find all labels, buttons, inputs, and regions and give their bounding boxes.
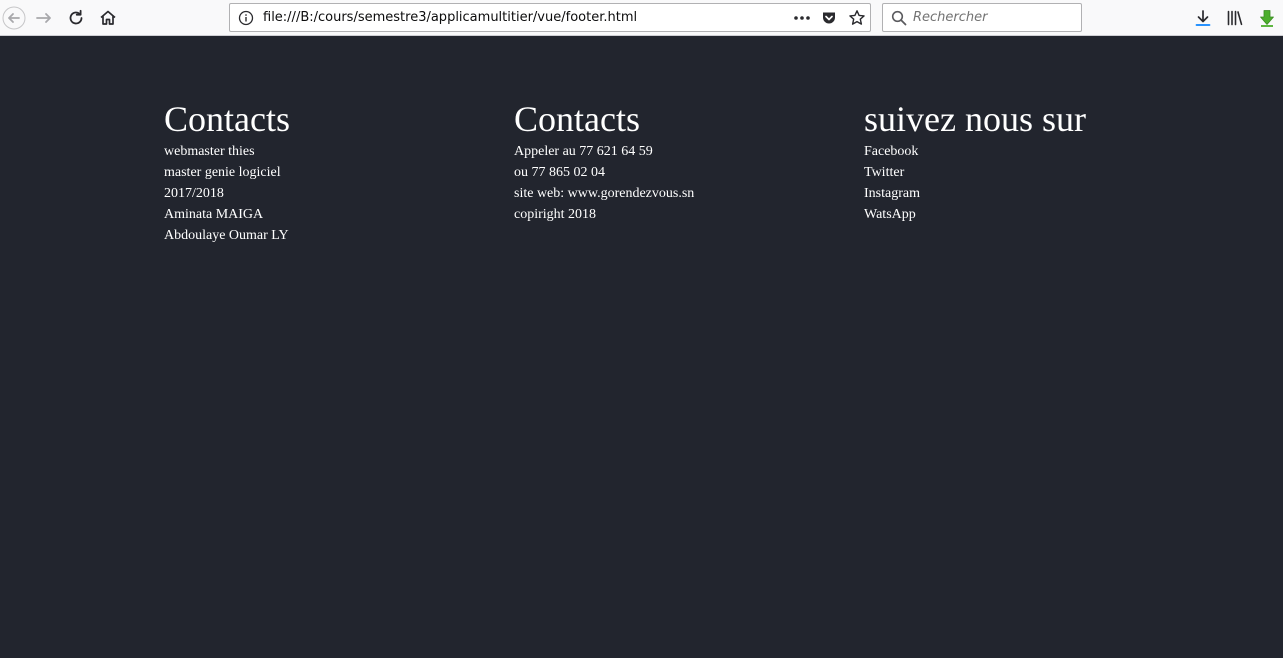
contact-list: webmaster thies master genie logiciel 20… bbox=[164, 141, 494, 246]
search-input[interactable] bbox=[913, 8, 1073, 27]
url-text[interactable]: file:///B:/cours/semestre3/applicamultit… bbox=[263, 10, 637, 25]
social-list: Facebook Twitter Instagram WatsApp bbox=[864, 141, 1194, 225]
footer-column-contacts: Contacts webmaster thies master genie lo… bbox=[164, 97, 494, 246]
column-title: Contacts bbox=[164, 99, 290, 139]
footer-column-social: suivez nous sur Facebook Twitter Instagr… bbox=[864, 97, 1194, 225]
list-item: 2017/2018 bbox=[164, 186, 224, 201]
green-download-arrow-icon bbox=[1260, 10, 1274, 27]
social-item-whatsapp: WatsApp bbox=[864, 207, 916, 222]
reload-button[interactable] bbox=[62, 4, 90, 32]
page-footer: Contacts webmaster thies master genie lo… bbox=[0, 37, 1283, 658]
forward-arrow-icon bbox=[36, 13, 51, 23]
reload-icon bbox=[69, 9, 83, 25]
downloads-button[interactable] bbox=[1189, 4, 1217, 32]
footer-column-contact-info: Contacts Appeler au 77 621 64 59 ou 77 8… bbox=[514, 97, 844, 225]
list-item: Aminata MAIGA bbox=[164, 207, 264, 222]
library-icon bbox=[1227, 10, 1243, 26]
list-item: webmaster thies bbox=[164, 144, 255, 159]
social-item-instagram: Instagram bbox=[864, 186, 920, 201]
home-icon bbox=[100, 10, 116, 25]
search-icon bbox=[891, 10, 907, 26]
back-button[interactable] bbox=[0, 4, 28, 32]
list-item: copiright 2018 bbox=[514, 207, 597, 222]
column-title: Contacts bbox=[514, 99, 640, 139]
social-item-twitter: Twitter bbox=[864, 165, 905, 180]
home-button[interactable] bbox=[94, 4, 122, 32]
pocket-icon[interactable] bbox=[821, 10, 837, 26]
list-item: Appeler au 77 621 64 59 bbox=[514, 144, 653, 159]
list-item: ou 77 865 02 04 bbox=[514, 165, 605, 180]
social-item-facebook: Facebook bbox=[864, 144, 919, 159]
info-icon[interactable] bbox=[238, 10, 254, 26]
forward-button[interactable] bbox=[30, 4, 58, 32]
column-title: suivez nous sur bbox=[864, 99, 1086, 139]
bookmark-star-icon[interactable] bbox=[848, 9, 866, 27]
browser-toolbar: file:///B:/cours/semestre3/applicamultit… bbox=[0, 0, 1283, 36]
download-icon bbox=[1195, 10, 1211, 26]
more-actions-icon[interactable] bbox=[793, 11, 811, 25]
url-bar[interactable]: file:///B:/cours/semestre3/applicamultit… bbox=[229, 3, 871, 32]
list-item: master genie logiciel bbox=[164, 165, 281, 180]
search-bar[interactable] bbox=[882, 3, 1082, 32]
list-item: Abdoulaye Oumar LY bbox=[164, 228, 289, 243]
download-manager-button[interactable] bbox=[1253, 4, 1281, 32]
back-arrow-icon bbox=[2, 6, 26, 30]
library-button[interactable] bbox=[1221, 4, 1249, 32]
list-item: site web: www.gorendezvous.sn bbox=[514, 186, 695, 201]
contact-info-list: Appeler au 77 621 64 59 ou 77 865 02 04 … bbox=[514, 141, 844, 225]
